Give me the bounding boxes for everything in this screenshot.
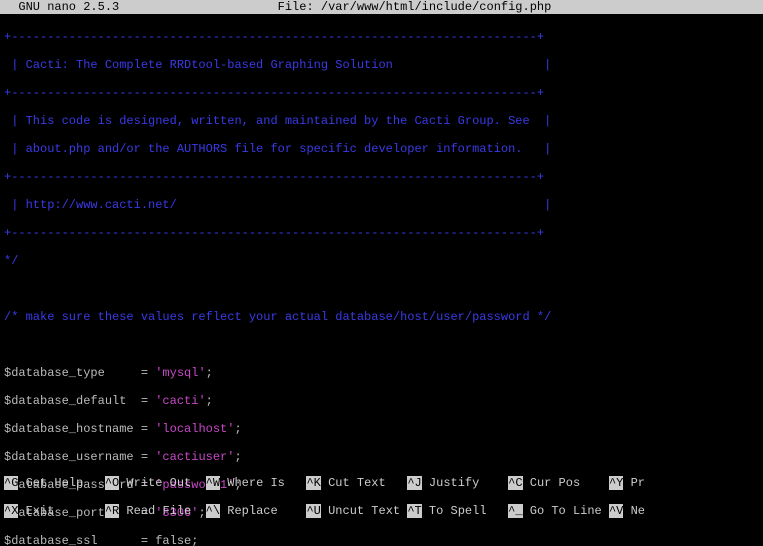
header-line: | http://www.cacti.net/ | bbox=[4, 198, 759, 212]
lbl-next-page: Ne bbox=[623, 504, 645, 518]
titlebar: GNU nano 2.5.3 File: /var/www/html/inclu… bbox=[0, 0, 763, 14]
key-cut-text[interactable]: ^K bbox=[306, 476, 320, 490]
header-line: | about.php and/or the AUTHORS file for … bbox=[4, 142, 759, 156]
file-path: File: /var/www/html/include/config.php bbox=[278, 0, 552, 14]
header-bar: +---------------------------------------… bbox=[4, 30, 759, 44]
key-read-file[interactable]: ^R bbox=[105, 504, 119, 518]
key-goto-line[interactable]: ^_ bbox=[508, 504, 522, 518]
key-write-out[interactable]: ^O bbox=[105, 476, 119, 490]
lbl-cur-pos: Cur Pos bbox=[523, 476, 609, 490]
key-replace[interactable]: ^\ bbox=[206, 504, 220, 518]
lbl-goto-line: Go To Line bbox=[523, 504, 609, 518]
key-justify[interactable]: ^J bbox=[407, 476, 421, 490]
header-line: | Cacti: The Complete RRDtool-based Grap… bbox=[4, 58, 759, 72]
code-line: $database_type = 'mysql'; bbox=[4, 366, 759, 380]
lbl-replace: Replace bbox=[220, 504, 306, 518]
header-bar: +---------------------------------------… bbox=[4, 86, 759, 100]
lbl-cut-text: Cut Text bbox=[321, 476, 407, 490]
app-version: GNU nano 2.5.3 bbox=[4, 0, 119, 14]
header-bar: +---------------------------------------… bbox=[4, 170, 759, 184]
key-next-page[interactable]: ^V bbox=[609, 504, 623, 518]
lbl-read-file: Read File bbox=[119, 504, 205, 518]
header-bar: +---------------------------------------… bbox=[4, 226, 759, 240]
code-line: $database_hostname = 'localhost'; bbox=[4, 422, 759, 436]
lbl-uncut: Uncut Text bbox=[321, 504, 407, 518]
key-prev-page[interactable]: ^Y bbox=[609, 476, 623, 490]
comment-end: */ bbox=[4, 254, 759, 268]
key-get-help[interactable]: ^G bbox=[4, 476, 18, 490]
key-where-is[interactable]: ^W bbox=[206, 476, 220, 490]
header-line: | This code is designed, written, and ma… bbox=[4, 114, 759, 128]
key-uncut[interactable]: ^U bbox=[306, 504, 320, 518]
lbl-justify: Justify bbox=[422, 476, 508, 490]
key-to-spell[interactable]: ^T bbox=[407, 504, 421, 518]
key-exit[interactable]: ^X bbox=[4, 504, 18, 518]
lbl-where-is: Where Is bbox=[220, 476, 306, 490]
db-comment: /* make sure these values reflect your a… bbox=[4, 310, 759, 324]
code-line: $database_default = 'cacti'; bbox=[4, 394, 759, 408]
help-bar: ^G Get Help ^O Write Out ^W Where Is ^K … bbox=[0, 462, 763, 546]
lbl-prev-page: Pr bbox=[623, 476, 645, 490]
key-cur-pos[interactable]: ^C bbox=[508, 476, 522, 490]
lbl-exit: Exit bbox=[18, 504, 104, 518]
lbl-write-out: Write Out bbox=[119, 476, 205, 490]
lbl-to-spell: To Spell bbox=[422, 504, 508, 518]
lbl-get-help: Get Help bbox=[18, 476, 104, 490]
